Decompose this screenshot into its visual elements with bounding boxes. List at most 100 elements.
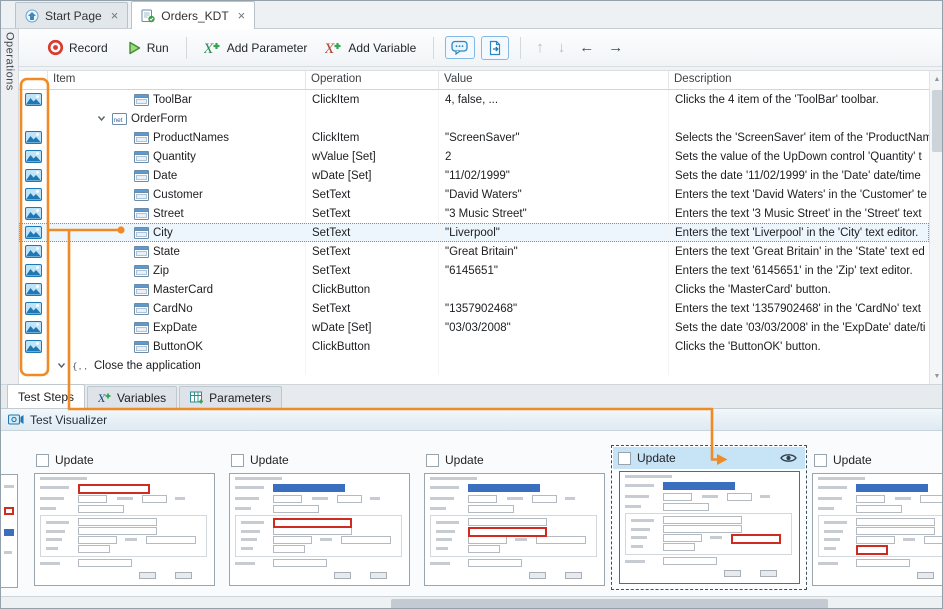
test-step-row[interactable]: ProductNamesClickItem"ScreenSaver"Select…	[19, 128, 929, 147]
operation-cell: SetText	[306, 242, 439, 261]
visualizer-image-icon[interactable]	[25, 188, 42, 201]
visualizer-card-header: Update	[421, 449, 611, 471]
update-checkbox[interactable]	[231, 454, 244, 467]
chevron-down-icon[interactable]	[56, 360, 67, 371]
scroll-up-arrow-icon[interactable]: ▲	[930, 71, 943, 87]
move-up-button[interactable]: ↑	[530, 38, 550, 57]
visualizer-thumbnail[interactable]	[34, 473, 215, 586]
thumbnail-detail	[4, 485, 14, 488]
visualizer-card[interactable]: Update	[421, 449, 611, 586]
tab-test-steps[interactable]: Test Steps	[7, 384, 85, 408]
visualizer-image-icon[interactable]	[25, 150, 42, 163]
tab-label: Parameters	[209, 391, 271, 405]
tab-start-page[interactable]: Start Page ×	[15, 2, 128, 28]
thumbnail-detail	[856, 559, 910, 567]
tab-parameters[interactable]: Parameters	[179, 386, 282, 408]
run-button[interactable]: Run	[118, 35, 177, 61]
chevron-down-icon[interactable]	[96, 113, 107, 124]
test-step-row[interactable]: ButtonOKClickButtonClicks the 'ButtonOK'…	[19, 337, 929, 356]
visualizer-image-icon[interactable]	[25, 321, 42, 334]
test-step-row[interactable]: ExpDatewDate [Set]"03/03/2008"Sets the d…	[19, 318, 929, 337]
visualizer-image-icon[interactable]	[25, 283, 42, 296]
visualizer-image-icon[interactable]	[25, 226, 42, 239]
add-variable-button[interactable]: X Add Variable	[317, 35, 424, 61]
header-description[interactable]: Description	[669, 71, 929, 89]
header-item[interactable]: Item	[48, 71, 306, 89]
test-step-row[interactable]: MasterCardClickButtonClicks the 'MasterC…	[19, 280, 929, 299]
test-step-row[interactable]: {...}Close the application	[19, 356, 929, 375]
tab-orders-kdt[interactable]: Orders_KDT ×	[131, 1, 255, 29]
visualizer-thumbnail[interactable]	[619, 471, 800, 584]
paste-document-button[interactable]	[481, 36, 509, 60]
thumbnail-detail	[824, 521, 847, 524]
test-step-row[interactable]: QuantitywValue [Set]2Sets the value of t…	[19, 147, 929, 166]
add-parameter-label: Add Parameter	[227, 41, 308, 55]
outdent-button[interactable]: ←	[573, 38, 600, 57]
visualizer-card[interactable]: Update	[809, 449, 942, 586]
scrollbar-thumb[interactable]	[391, 599, 828, 609]
operations-label: Operations	[4, 32, 16, 91]
visualizer-image-icon[interactable]	[25, 93, 42, 106]
add-parameter-button[interactable]: X Add Parameter	[196, 35, 316, 61]
visualizer-image-icon[interactable]	[25, 207, 42, 220]
eye-icon[interactable]	[780, 452, 800, 464]
operations-panel-caption[interactable]: Operations	[1, 29, 19, 384]
indent-button[interactable]: →	[602, 38, 629, 57]
update-checkbox[interactable]	[814, 454, 827, 467]
operation-cell: SetText	[306, 261, 439, 280]
visualizer-strip: UpdateUpdateUpdateUpdateUpdate	[1, 431, 942, 597]
test-step-row[interactable]: netOrderForm	[19, 109, 929, 128]
thumbnail-detail	[40, 562, 60, 565]
scroll-down-arrow-icon[interactable]: ▼	[930, 368, 943, 384]
visualizer-card[interactable]: Update	[31, 449, 221, 586]
visualizer-card-header: Update	[31, 449, 221, 471]
thumbnail-detail	[625, 505, 641, 508]
visualizer-thumbnail[interactable]	[424, 473, 605, 586]
update-checkbox[interactable]	[618, 452, 631, 465]
visualizer-thumbnail[interactable]	[229, 473, 410, 586]
visualizer-thumbnail[interactable]	[812, 473, 942, 586]
visualizer-card-partial[interactable]	[1, 474, 18, 588]
visualizer-image-icon[interactable]	[25, 169, 42, 182]
update-checkbox[interactable]	[36, 454, 49, 467]
visualizer-image-icon[interactable]	[25, 340, 42, 353]
visualizer-card[interactable]: Update	[226, 449, 416, 586]
test-visualizer-header[interactable]: Test Visualizer	[1, 409, 942, 431]
close-tab-icon[interactable]: ×	[238, 9, 246, 22]
control-icon	[134, 284, 149, 296]
record-button[interactable]: Record	[39, 34, 116, 61]
test-step-row[interactable]: StateSetText"Great Britain"Enters the te…	[19, 242, 929, 261]
thumbnail-detail	[818, 562, 838, 565]
update-checkbox[interactable]	[426, 454, 439, 467]
visualizer-image-icon[interactable]	[25, 264, 42, 277]
thumbnail-detail	[468, 545, 500, 553]
test-step-row[interactable]: CardNoSetText"1357902468"Enters the text…	[19, 299, 929, 318]
test-step-row-selected[interactable]: CitySetText"Liverpool"Enters the text 'L…	[19, 223, 929, 242]
visualizer-image-icon[interactable]	[25, 245, 42, 258]
thumbnail-detail	[312, 497, 328, 500]
control-icon	[134, 151, 149, 163]
tab-variables[interactable]: XVariables	[87, 386, 177, 408]
description-button[interactable]	[445, 36, 475, 59]
grid-vertical-scrollbar[interactable]: ▲ ▼	[929, 71, 943, 384]
thumbnail-detail	[856, 484, 928, 492]
close-tab-icon[interactable]: ×	[111, 9, 119, 22]
visualizer-image-icon[interactable]	[25, 302, 42, 315]
visualizer-image-icon[interactable]	[25, 131, 42, 144]
step-image-cell	[19, 261, 48, 280]
test-step-row[interactable]: StreetSetText"3 Music Street"Enters the …	[19, 204, 929, 223]
visualizer-card-selected[interactable]: Update	[611, 445, 807, 590]
header-operation[interactable]: Operation	[306, 71, 439, 89]
horizontal-scrollbar[interactable]	[1, 596, 942, 609]
test-step-row[interactable]: DatewDate [Set]"11/02/1999"Sets the date…	[19, 166, 929, 185]
value-cell: "3 Music Street"	[439, 204, 669, 223]
header-value[interactable]: Value	[439, 71, 669, 89]
move-down-button[interactable]: ↓	[552, 38, 572, 57]
scrollbar-thumb[interactable]	[932, 90, 943, 152]
test-step-row[interactable]: ZipSetText"6145651"Enters the text '6145…	[19, 261, 929, 280]
test-step-row[interactable]: ToolBarClickItem4, false, ...Clicks the …	[19, 90, 929, 109]
header-image-column[interactable]	[19, 71, 48, 89]
test-step-row[interactable]: CustomerSetText"David Waters"Enters the …	[19, 185, 929, 204]
thumbnail-detail	[235, 507, 251, 510]
control-icon	[134, 208, 149, 220]
